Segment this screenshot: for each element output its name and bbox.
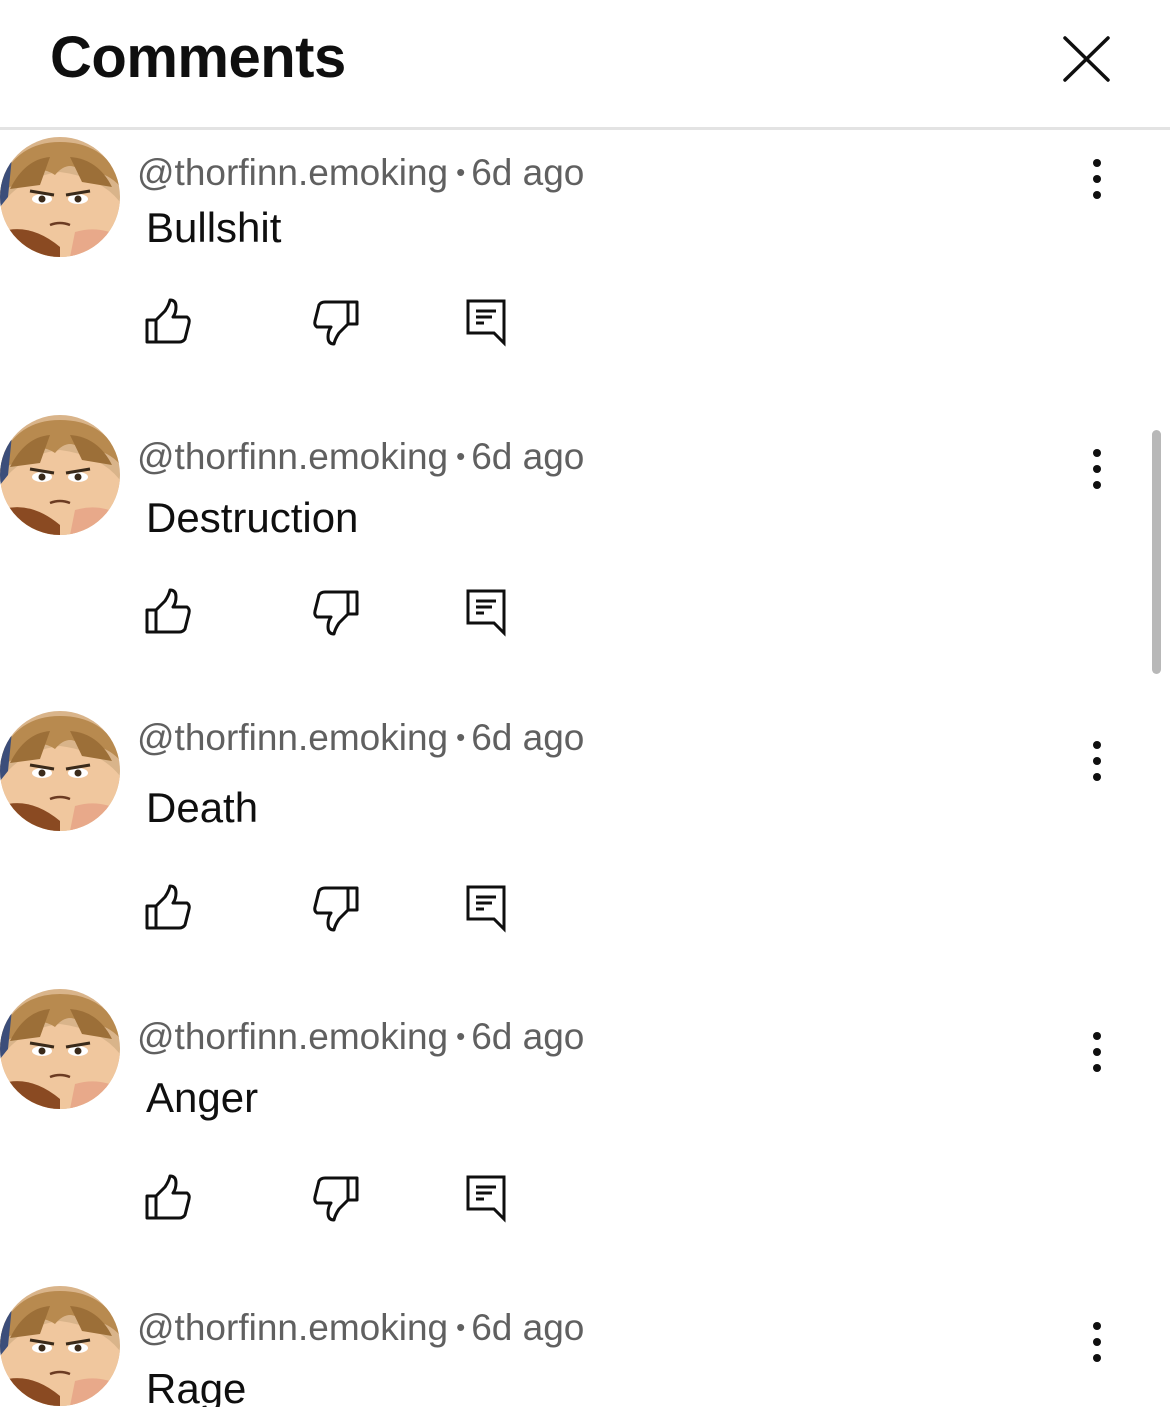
comment-author[interactable]: @thorfinn.emoking bbox=[137, 1016, 448, 1057]
comment-author[interactable]: @thorfinn.emoking bbox=[137, 436, 448, 477]
comment-author[interactable]: @thorfinn.emoking bbox=[137, 1307, 448, 1348]
more-options-button[interactable] bbox=[1078, 157, 1118, 201]
comment-time: 6d ago bbox=[471, 1016, 585, 1057]
avatar[interactable] bbox=[0, 415, 120, 535]
like-button[interactable] bbox=[143, 297, 193, 347]
avatar-image bbox=[0, 989, 120, 1109]
like-button[interactable] bbox=[143, 1173, 193, 1223]
more-options-button[interactable] bbox=[1078, 1030, 1118, 1074]
scrollbar[interactable] bbox=[1152, 430, 1161, 674]
comment-time: 6d ago bbox=[471, 152, 585, 193]
more-options-button[interactable] bbox=[1078, 1320, 1118, 1364]
avatar-image bbox=[0, 415, 120, 535]
dislike-button[interactable] bbox=[311, 587, 361, 637]
meta-separator: • bbox=[456, 722, 466, 752]
comment-meta: @thorfinn.emoking • 6d ago bbox=[137, 1015, 584, 1062]
comment-time: 6d ago bbox=[471, 717, 585, 758]
more-options-button[interactable] bbox=[1078, 739, 1118, 783]
reply-comment-icon bbox=[466, 299, 506, 347]
comment-meta: @thorfinn.emoking • 6d ago bbox=[137, 716, 584, 763]
comment-author[interactable]: @thorfinn.emoking bbox=[137, 152, 448, 193]
reply-comment-icon bbox=[466, 1175, 506, 1223]
meta-separator: • bbox=[456, 1312, 466, 1342]
close-icon bbox=[1063, 36, 1110, 82]
comment-text: Death bbox=[146, 784, 259, 831]
avatar[interactable] bbox=[0, 137, 120, 257]
reply-button[interactable] bbox=[462, 1173, 512, 1223]
avatar-image bbox=[0, 137, 120, 257]
thumbs-down-icon bbox=[313, 886, 359, 932]
dislike-button[interactable] bbox=[311, 883, 361, 933]
avatar[interactable] bbox=[0, 989, 120, 1109]
thumbs-up-icon bbox=[145, 1174, 191, 1220]
meta-separator: • bbox=[456, 441, 466, 471]
meta-separator: • bbox=[456, 1021, 466, 1051]
more-options-button[interactable] bbox=[1078, 447, 1118, 491]
comment-text: Rage bbox=[146, 1365, 247, 1407]
thumbs-up-icon bbox=[145, 298, 191, 344]
comment-item: @thorfinn.emoking • 6d ago Bullshit bbox=[0, 137, 1170, 427]
thumbs-down-icon bbox=[313, 590, 359, 636]
dislike-button[interactable] bbox=[311, 297, 361, 347]
reply-button[interactable] bbox=[462, 883, 512, 933]
comment-item: @thorfinn.emoking • 6d ago Rage bbox=[0, 1286, 1170, 1407]
comment-time: 6d ago bbox=[471, 1307, 585, 1348]
close-button[interactable] bbox=[1056, 30, 1116, 90]
thumbs-down-icon bbox=[313, 1176, 359, 1222]
thumbs-up-icon bbox=[145, 884, 191, 930]
avatar-image bbox=[0, 1286, 120, 1406]
comment-text: Destruction bbox=[146, 494, 359, 541]
like-button[interactable] bbox=[143, 883, 193, 933]
thumbs-down-icon bbox=[313, 300, 359, 346]
comments-header: Comments bbox=[0, 0, 1170, 130]
comment-time: 6d ago bbox=[471, 436, 585, 477]
comment-meta: @thorfinn.emoking • 6d ago bbox=[137, 435, 584, 482]
comment-item: @thorfinn.emoking • 6d ago Anger bbox=[0, 989, 1170, 1279]
comment-item: @thorfinn.emoking • 6d ago Death bbox=[0, 711, 1170, 1001]
comment-author[interactable]: @thorfinn.emoking bbox=[137, 717, 448, 758]
comment-meta: @thorfinn.emoking • 6d ago bbox=[137, 1306, 584, 1353]
avatar-image bbox=[0, 711, 120, 831]
reply-button[interactable] bbox=[462, 297, 512, 347]
like-button[interactable] bbox=[143, 587, 193, 637]
comment-text: Bullshit bbox=[146, 204, 282, 251]
reply-button[interactable] bbox=[462, 587, 512, 637]
comment-item: @thorfinn.emoking • 6d ago Destruction bbox=[0, 415, 1170, 705]
dislike-button[interactable] bbox=[311, 1173, 361, 1223]
reply-comment-icon bbox=[466, 589, 506, 637]
page-title: Comments bbox=[50, 25, 346, 90]
comment-meta: @thorfinn.emoking • 6d ago bbox=[137, 151, 584, 198]
avatar[interactable] bbox=[0, 711, 120, 831]
comment-text: Anger bbox=[146, 1074, 259, 1121]
reply-comment-icon bbox=[466, 885, 506, 933]
avatar[interactable] bbox=[0, 1286, 120, 1406]
thumbs-up-icon bbox=[145, 588, 191, 634]
meta-separator: • bbox=[456, 157, 466, 187]
